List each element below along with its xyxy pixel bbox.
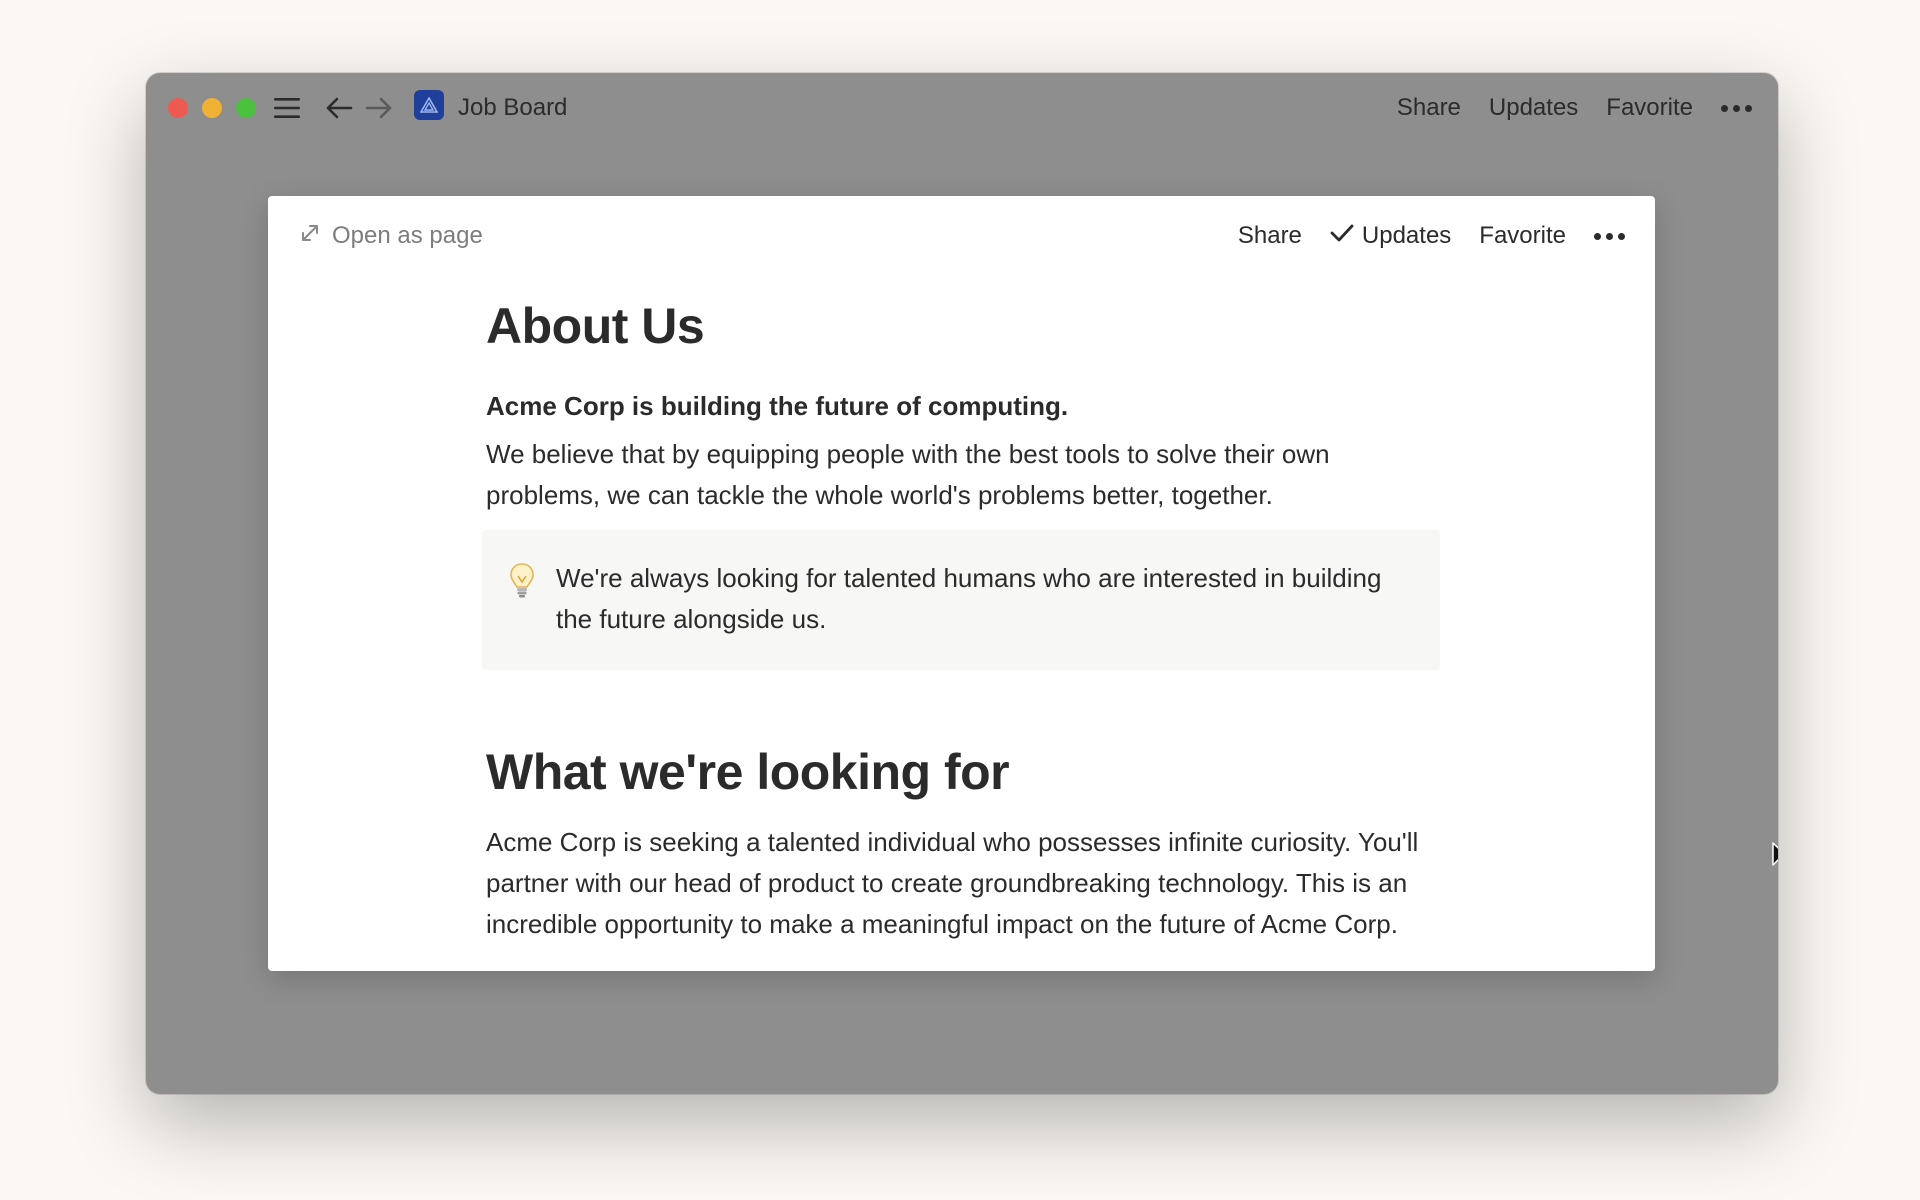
titlebar: Job Board Share Updates Favorite: [146, 73, 1778, 141]
modal-toolbar: Open as page Share Updates Favorite: [268, 196, 1655, 276]
maximize-window-button[interactable]: [236, 98, 256, 118]
hamburger-menu-icon[interactable]: [270, 91, 304, 125]
open-as-page-button[interactable]: Open as page: [300, 220, 483, 252]
minimize-window-button[interactable]: [202, 98, 222, 118]
arrow-right-icon[interactable]: [362, 91, 396, 125]
ellipsis-icon[interactable]: [1594, 232, 1625, 240]
heading-what-were-looking-for[interactable]: What we're looking for: [486, 742, 1446, 802]
open-as-page-label: Open as page: [332, 222, 483, 249]
page-preview-modal: Open as page Share Updates Favorite Abou…: [268, 196, 1655, 971]
updates-button[interactable]: Updates: [1489, 91, 1578, 125]
job-board-app-icon: [414, 90, 444, 120]
lightbulb-icon: [508, 558, 538, 640]
modal-updates-label: Updates: [1361, 222, 1452, 249]
expand-arrows-icon: [300, 222, 320, 250]
window-title: Job Board: [458, 94, 568, 121]
paragraph-role[interactable]: Acme Corp is seeking a talented individu…: [486, 822, 1446, 945]
share-button[interactable]: Share: [1397, 91, 1461, 125]
checkmark-icon: [1330, 222, 1354, 250]
app-window: Job Board Share Updates Favorite Open as…: [146, 73, 1778, 1094]
heading-about-us[interactable]: About Us: [486, 296, 1446, 356]
arrow-left-icon[interactable]: [322, 91, 356, 125]
modal-share-button[interactable]: Share: [1238, 222, 1302, 250]
close-window-button[interactable]: [168, 98, 188, 118]
favorite-button[interactable]: Favorite: [1606, 91, 1693, 125]
paragraph-mission[interactable]: We believe that by equipping people with…: [486, 434, 1446, 516]
lead-text[interactable]: Acme Corp is building the future of comp…: [486, 388, 1446, 424]
modal-favorite-button[interactable]: Favorite: [1479, 222, 1566, 250]
callout-block[interactable]: We're always looking for talented humans…: [482, 530, 1440, 670]
ellipsis-icon[interactable]: [1721, 104, 1752, 112]
modal-updates-button[interactable]: Updates: [1330, 222, 1451, 250]
page-content: About Us Acme Corp is building the futur…: [482, 296, 1446, 945]
mouse-pointer-icon: [1771, 841, 1778, 876]
callout-text: We're always looking for talented humans…: [556, 563, 1382, 634]
